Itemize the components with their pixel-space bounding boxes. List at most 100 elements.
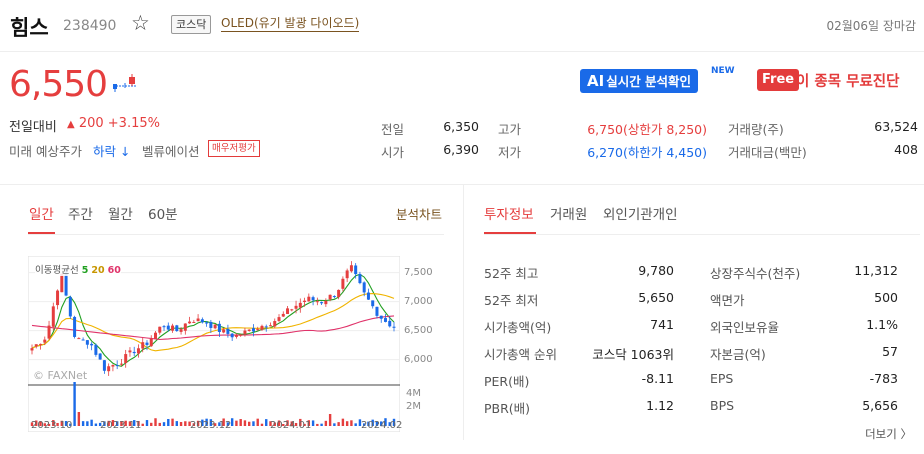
- candle-body: [213, 324, 217, 329]
- price-chart[interactable]: [28, 256, 400, 432]
- candle-body: [349, 265, 353, 272]
- volume-bar: [252, 421, 255, 426]
- valuation-badge[interactable]: 매우저평가: [208, 140, 260, 157]
- volume-bar: [320, 423, 323, 426]
- candle-body: [251, 328, 255, 332]
- header-divider: [0, 51, 924, 52]
- info-label-left-0: 52주 최고: [484, 266, 539, 281]
- volume-bar: [243, 420, 247, 426]
- volume-bar: [86, 421, 89, 426]
- future-price-value[interactable]: 하락 ↓: [93, 141, 130, 160]
- x-tick-2: 2023.11: [100, 420, 142, 431]
- candle-body: [107, 366, 111, 372]
- tab-weekly[interactable]: 주간: [68, 203, 93, 223]
- new-tag: NEW: [711, 66, 735, 76]
- x-tick-5: 2024.02: [361, 420, 403, 431]
- candle-body: [311, 297, 315, 301]
- change-value: ▲ 200 +3.15%: [67, 116, 160, 131]
- panel-divider: [463, 185, 464, 440]
- free-badge[interactable]: Free: [757, 69, 800, 91]
- stock-name: 힘스: [10, 16, 49, 40]
- candle-body: [111, 365, 115, 367]
- tab-investors[interactable]: 외인기관개인: [603, 203, 678, 223]
- candle-body: [171, 325, 175, 331]
- info-value-right-0: 11,312: [854, 263, 898, 278]
- volume-bar: [328, 414, 332, 426]
- info-label-left-1: 52주 최저: [484, 293, 539, 308]
- y-tick-6000: 6,000: [404, 354, 433, 365]
- vol-tick-4m: 4M: [406, 388, 421, 399]
- candle-body: [366, 292, 370, 300]
- x-tick-3: 2023.12: [190, 420, 232, 431]
- candle-body: [60, 273, 64, 293]
- trade-value-value: 408: [894, 142, 918, 157]
- candle-body: [136, 348, 140, 354]
- candle-body: [90, 343, 94, 346]
- volume-bar: [345, 421, 349, 426]
- candle-body: [320, 302, 324, 304]
- free-diagnosis-link[interactable]: 이 종목 무료진단: [796, 70, 899, 91]
- volume-bar: [150, 422, 153, 426]
- up-arrow-icon: ▲: [67, 119, 75, 130]
- candle-body: [166, 325, 170, 330]
- analysis-chart-link[interactable]: 분석차트: [396, 204, 442, 223]
- info-value-right-4: -783: [869, 371, 898, 386]
- candle-body: [192, 321, 196, 323]
- candle-body: [179, 329, 183, 332]
- tab-monthly[interactable]: 월간: [108, 203, 133, 223]
- section-divider: [0, 184, 924, 185]
- info-label-right-2: 외국인보유율: [710, 320, 780, 335]
- tab-brokers[interactable]: 거래원: [550, 203, 587, 223]
- stock-code: 238490: [63, 18, 117, 34]
- candle-body: [375, 306, 379, 316]
- candle-body: [324, 300, 328, 305]
- candle-body: [281, 313, 285, 317]
- high-value: 6,750(상한가 8,250): [587, 122, 707, 137]
- candle-body: [132, 351, 136, 354]
- candle-body: [243, 330, 247, 334]
- volume-value: 63,524: [874, 119, 918, 134]
- info-label-left-3: 시가총액 순위: [484, 347, 557, 362]
- star-icon[interactable]: ☆: [131, 11, 150, 35]
- candle-body: [47, 325, 51, 339]
- info-value-right-1: 500: [874, 290, 898, 305]
- vol-tick-2m: 2M: [406, 401, 421, 412]
- info-value-right-5: 5,656: [862, 398, 898, 413]
- chart-tab-underline: [28, 232, 55, 234]
- info-label-right-0: 상장주식수(천주): [710, 266, 801, 281]
- high-label: 고가: [498, 122, 522, 137]
- change-amount: 200 +3.15%: [78, 116, 160, 131]
- ai-analysis-button[interactable]: AI 실시간 분석확인: [580, 69, 699, 93]
- candle-body: [230, 333, 234, 338]
- candle-body: [268, 325, 272, 327]
- candle-body: [188, 321, 192, 324]
- candle-body: [286, 308, 290, 314]
- candle-body: [51, 306, 55, 327]
- ma5-label: 5: [81, 265, 89, 276]
- prev-close-value: 6,350: [443, 119, 479, 134]
- candle-body: [94, 344, 98, 355]
- info-label-left-2: 시가총액(억): [484, 320, 552, 335]
- candle-body: [379, 315, 383, 319]
- candle-body: [145, 342, 149, 345]
- candle-body: [341, 278, 345, 289]
- info-value-left-4: -8.11: [641, 371, 674, 386]
- more-link[interactable]: 더보기 〉: [865, 426, 912, 442]
- candle-body: [290, 309, 294, 311]
- tab-60min[interactable]: 60분: [148, 203, 178, 223]
- sector-link[interactable]: OLED(유기 발광 다이오드): [221, 16, 360, 32]
- candle-body: [277, 317, 281, 321]
- candle-body: [247, 329, 251, 331]
- candle-body: [205, 322, 209, 324]
- volume-bar: [145, 420, 149, 426]
- tab-daily[interactable]: 일간: [29, 203, 54, 223]
- valuation-label: 벨류에이션: [142, 144, 200, 159]
- tab-investment-info[interactable]: 투자정보: [484, 203, 534, 223]
- volume-bar: [94, 423, 98, 426]
- volume-bar: [311, 420, 315, 426]
- volume-bar: [81, 421, 85, 426]
- info-label-right-3: 자본금(억): [710, 347, 766, 362]
- low-label: 저가: [498, 145, 522, 160]
- candle-body: [34, 344, 38, 347]
- candle-body: [98, 353, 102, 360]
